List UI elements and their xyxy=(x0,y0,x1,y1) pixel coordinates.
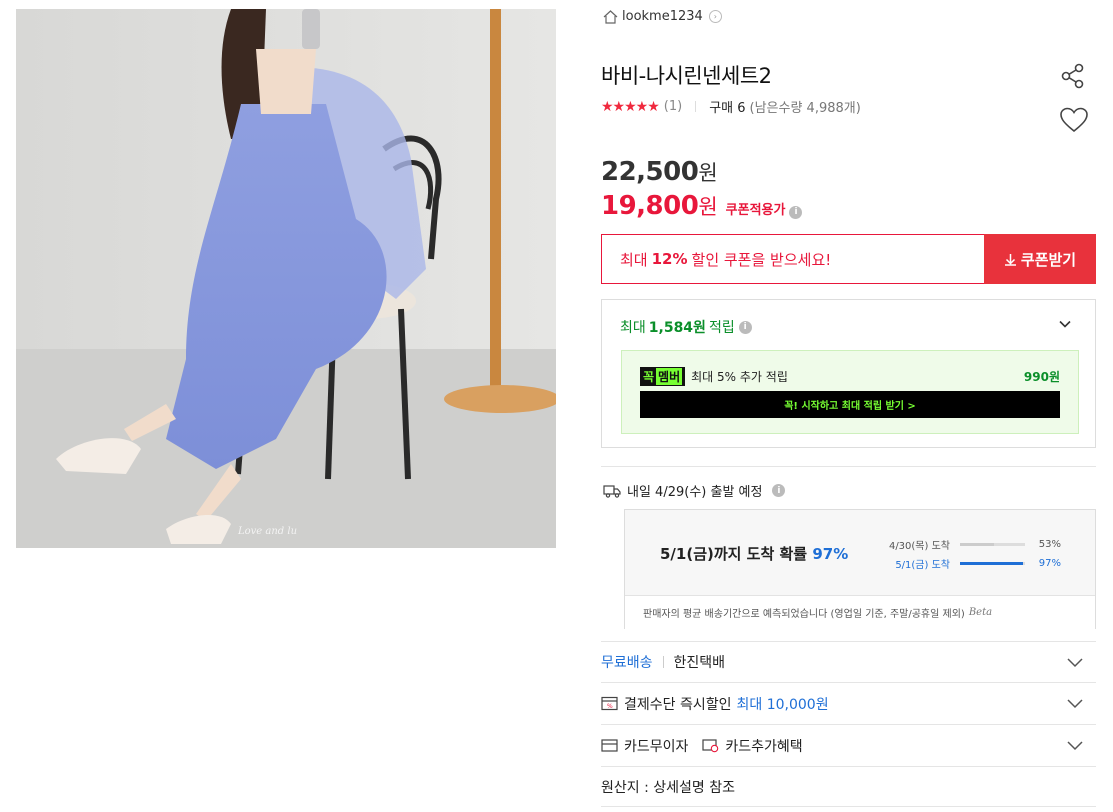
info-icon[interactable]: i xyxy=(772,484,786,497)
arrival-row-bar xyxy=(960,562,1025,565)
share-icon[interactable] xyxy=(1059,62,1087,90)
coupon-banner: 최대 12% 할인 쿠폰을 받으세요! xyxy=(601,234,985,284)
points-amount: 1,584원 xyxy=(648,320,706,336)
origin-row: 원산지 : 상세설명 참조 xyxy=(601,767,1096,807)
arrival-distribution: 4/30(목) 도착 53% 5/1(금) 도착 97% xyxy=(885,535,1065,573)
divider xyxy=(601,466,1096,467)
chevron-right-icon: › xyxy=(708,10,722,23)
arrival-probability: 97% xyxy=(812,545,849,563)
points-suffix: 적립 xyxy=(708,320,735,336)
arrival-row: 4/30(목) 도착 53% xyxy=(885,535,1065,554)
svg-text:%: % xyxy=(607,703,613,710)
info-icon[interactable]: i xyxy=(738,320,752,334)
arrival-estimate-text: 5/1(금)까지 도착 확률 xyxy=(660,545,808,563)
arrival-row-value: 97% xyxy=(1038,558,1061,569)
chevron-down-icon[interactable] xyxy=(1066,655,1084,669)
coupon-suffix: 할인 쿠폰을 받으세요! xyxy=(691,250,832,269)
sale-price-unit: 원 xyxy=(698,195,718,219)
get-coupon-label: 쿠폰받기 xyxy=(1020,251,1077,269)
shipping-departure: 내일 4/29(수) 출발 예정 i xyxy=(603,481,786,500)
arrival-row-label: 4/30(목) 도착 xyxy=(888,541,950,552)
member-cta-button[interactable]: 꼭! 시작하고 최대 적립 받기 > xyxy=(640,391,1060,418)
card-benefit-label: 카드추가혜택 xyxy=(725,738,803,755)
member-logo: 꼭 멤버 xyxy=(640,367,686,386)
member-amount: 990원 xyxy=(1023,370,1060,384)
seller-name: lookme1234 xyxy=(622,9,703,24)
image-watermark: Love and lu xyxy=(238,526,298,537)
product-title: 바비-나시린넨세트2 xyxy=(601,64,772,88)
sale-price-value: 19,800 xyxy=(601,191,699,221)
free-shipping-label: 무료배송 xyxy=(601,655,653,671)
arrival-row-value: 53% xyxy=(1038,539,1061,550)
truck-icon xyxy=(603,484,621,498)
card-benefit-icon xyxy=(702,739,719,753)
original-price-unit: 원 xyxy=(698,161,718,185)
arrival-estimate: 5/1(금)까지 도착 확률 97% xyxy=(660,543,848,564)
coupon-price-tag: 쿠폰적용가 xyxy=(725,203,786,218)
card-icon xyxy=(601,739,618,752)
product-image[interactable]: Love and lu xyxy=(16,9,556,548)
review-count[interactable]: (1) xyxy=(664,99,682,114)
original-price-value: 22,500 xyxy=(601,157,699,187)
arrival-estimate-panel: 5/1(금)까지 도착 확률 97% 4/30(목) 도착 53% 5/1(금)… xyxy=(624,509,1096,629)
payment-discount-label: 결제수단 즉시할인 xyxy=(624,696,732,713)
payment-discount-row[interactable]: % 결제수단 즉시할인 최대 10,000원 xyxy=(601,683,1096,725)
heart-icon[interactable] xyxy=(1059,106,1089,134)
member-promo: 꼭 멤버 최대 5% 추가 적립 990원 꼭! 시작하고 최대 적립 받기 > xyxy=(621,350,1079,434)
coupon-prefix: 최대 xyxy=(620,250,648,269)
arrival-row-label: 5/1(금) 도착 xyxy=(895,560,950,571)
payment-discount-max: 최대 10,000원 xyxy=(736,696,829,713)
beta-label: Beta xyxy=(968,607,993,618)
chevron-down-icon[interactable] xyxy=(1066,738,1084,752)
member-text: 최대 5% 추가 적립 xyxy=(691,370,788,384)
footnote-text: 판매자의 평균 배송기간으로 예측되었습니다 (영업일 기준, 주말/공휴일 제… xyxy=(643,609,965,620)
rating-stars: ★★★★★ xyxy=(601,98,660,115)
points-panel: 최대 1,584원 적립 i 꼭 멤버 최대 5% 추가 적립 990원 꼭! 시… xyxy=(601,299,1096,448)
points-summary[interactable]: 최대 1,584원 적립 i xyxy=(620,317,752,337)
coupon-percent: 12% xyxy=(651,250,688,268)
remaining-stock: (남은수량 4,988개) xyxy=(749,101,861,116)
rating-row: ★★★★★ (1) 구매 6 (남은수량 4,988개) xyxy=(601,97,861,117)
original-price: 22,500원 xyxy=(601,157,718,187)
sale-price: 19,800 원 쿠폰적용가 i xyxy=(601,191,803,221)
arrival-footnote: 판매자의 평균 배송기간으로 예측되었습니다 (영업일 기준, 주말/공휴일 제… xyxy=(625,595,1095,629)
info-icon[interactable]: i xyxy=(789,205,803,219)
card-benefits-row[interactable]: 카드무이자 카드추가혜택 xyxy=(601,725,1096,767)
divider xyxy=(662,656,664,668)
departure-text: 내일 4/29(수) 출발 예정 xyxy=(627,485,763,500)
buy-count: 구매 6 xyxy=(709,101,746,116)
shipping-method-row[interactable]: 무료배송 한진택배 xyxy=(601,641,1096,683)
chevron-down-icon[interactable] xyxy=(1066,696,1084,710)
download-icon xyxy=(1004,253,1016,266)
divider xyxy=(695,101,697,112)
origin-label: 원산지 : 상세설명 참조 xyxy=(601,779,735,796)
points-prefix: 최대 xyxy=(620,320,646,336)
arrival-row-bar xyxy=(960,543,1025,546)
arrival-row: 5/1(금) 도착 97% xyxy=(885,554,1065,573)
courier-label: 한진택배 xyxy=(673,655,726,671)
payment-coupon-icon: % xyxy=(601,696,618,711)
card-no-interest-label: 카드무이자 xyxy=(624,738,689,755)
home-icon xyxy=(603,9,618,24)
chevron-down-icon[interactable] xyxy=(1057,316,1073,332)
seller-link[interactable]: lookme1234 › xyxy=(603,9,722,24)
get-coupon-button[interactable]: 쿠폰받기 xyxy=(984,234,1096,284)
